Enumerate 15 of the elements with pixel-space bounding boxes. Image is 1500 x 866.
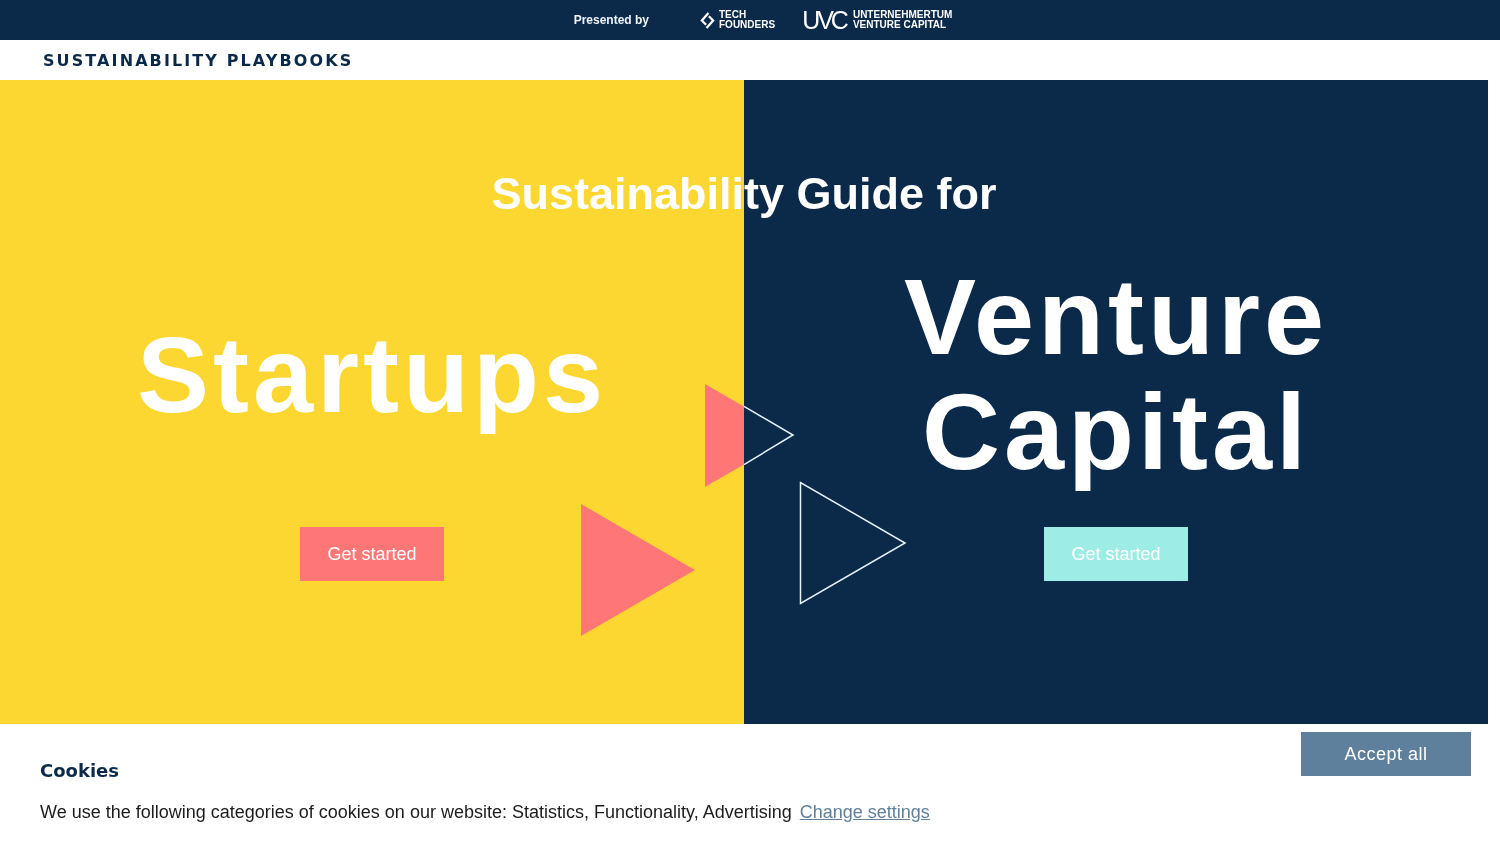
logo-monogram: UVC bbox=[802, 8, 846, 32]
site-title-link[interactable]: SUSTAINABILITY PLAYBOOKS bbox=[43, 50, 354, 70]
get-started-button[interactable]: Get started bbox=[300, 527, 444, 581]
presented-by-text: Presented by bbox=[573, 13, 649, 27]
panel-heading: Venture Capital bbox=[902, 259, 1330, 489]
cookie-text: We use the following categories of cookies on our website: Statistics, Functionality, Advertising bbox=[40, 801, 792, 823]
logo-text: TECH bbox=[719, 10, 748, 20]
diamond-logo-icon bbox=[700, 11, 715, 29]
change-settings-link[interactable]: Change settings bbox=[799, 801, 930, 823]
logo-text: UNTERNEHMERTUM bbox=[852, 10, 953, 20]
cookie-title: Cookies bbox=[40, 760, 120, 782]
logo-text: FOUNDERS bbox=[719, 20, 776, 30]
accept-all-button[interactable]: Accept all bbox=[1301, 732, 1471, 776]
panel-heading: Startups bbox=[136, 316, 608, 432]
logo-text: VENTURE CAPITAL bbox=[852, 20, 948, 30]
